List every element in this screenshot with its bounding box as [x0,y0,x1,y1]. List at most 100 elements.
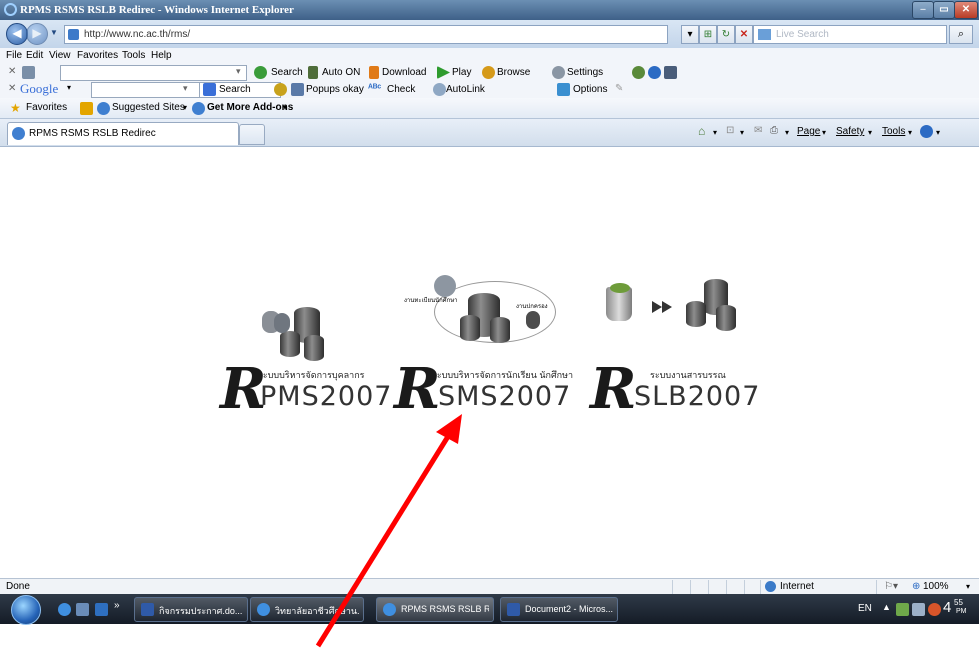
page-menu[interactable]: Page [797,126,820,137]
spellcheck-icon: ᴬᴮᶜ [368,83,382,94]
stop-button[interactable]: ✕ [735,25,753,44]
browse-button[interactable]: Browse [497,67,530,78]
network-icon[interactable] [896,603,909,616]
search-go-button[interactable]: ⌕ [949,25,973,44]
go-icon[interactable] [254,66,267,79]
google-search-button[interactable]: Search [219,84,251,95]
safety-dropdown-icon[interactable]: ▾ [868,128,872,137]
menu-edit[interactable]: Edit [26,50,43,61]
address-bar[interactable]: http://www.nc.ac.th/rms/ [64,25,668,44]
address-url: http://www.nc.ac.th/rms/ [84,29,191,40]
safety-menu[interactable]: Safety [836,126,864,137]
compatibility-icon[interactable]: ⊞ [699,25,717,44]
close-google-toolbar-icon[interactable]: ✕ [8,83,16,94]
toolbar-logo-icon[interactable] [22,66,35,79]
sms-system-link[interactable]: งานทะเบียนนักศึกษา งานปกครอง ระบบบริหารจ… [394,275,584,417]
check-button[interactable]: Check [387,84,415,95]
zoom-level[interactable]: 100% [923,581,949,592]
download-button[interactable]: Download [382,67,426,78]
help-dropdown-icon[interactable]: ▾ [936,128,940,137]
menu-view[interactable]: View [49,50,71,61]
print-dropdown-icon[interactable]: ▾ [785,128,789,137]
zoom-dropdown-icon[interactable]: ▾ [966,582,970,591]
new-tab-button[interactable] [239,124,265,145]
page-dropdown-icon[interactable]: ▾ [822,128,826,137]
google-dropdown-icon[interactable]: ▾ [183,83,188,94]
start-button[interactable] [11,595,41,625]
mail-icon[interactable]: ✉ [754,125,762,136]
popups-okay-button[interactable]: Popups okay [306,84,364,95]
suggested-dropdown-icon[interactable]: ▾ [183,103,187,112]
window-title: RPMS RSMS RSLB Redirec - Windows Interne… [20,4,294,16]
pms-code: PMS2007 [260,381,393,412]
security-icon[interactable] [928,603,941,616]
clock-ampm[interactable]: PM [956,608,967,615]
home-icon[interactable]: ⌂ [698,124,705,138]
google-logo[interactable]: Google [20,81,58,97]
live-search-icon [758,29,771,40]
close-window-button[interactable]: ✕ [954,1,978,19]
autolink-button[interactable]: AutoLink [446,84,485,95]
volume-icon[interactable] [912,603,925,616]
taskbar-item-ie-1[interactable]: วิทยาลัยอาชีวศึกษาน... [250,597,364,622]
quicklaunch-ie-icon[interactable] [58,603,71,616]
refresh-button[interactable]: ↻ [717,25,735,44]
slb-system-link[interactable]: ระบบงานสารบรรณ R SLB2007 [590,279,760,417]
live-search-input[interactable]: Live Search [753,25,947,44]
get-more-addons-button[interactable]: Get More Add-ons [207,102,293,113]
menu-favorites[interactable]: Favorites [77,50,118,61]
play-icon [437,66,450,79]
close-toolbar-icon[interactable]: ✕ [8,66,16,77]
protected-mode-icon[interactable]: ⚐▾ [884,581,898,592]
help-menu-icon[interactable] [920,125,933,138]
maximize-button[interactable]: ▭ [933,1,955,19]
suggested-sites-button[interactable]: Suggested Sites [112,102,185,113]
addons-dropdown-icon[interactable]: ▾ [283,103,287,112]
menu-tools[interactable]: Tools [122,50,145,61]
people-icon[interactable] [632,66,645,79]
print-icon[interactable]: ⎙ [770,125,778,136]
taskbar-item-word-doc[interactable]: กิจกรรมประกาศ.do... [134,597,248,622]
pms-system-link[interactable]: ระบบบริหารจัดการบุคลากร R PMS2007 [220,307,391,417]
minimize-button[interactable]: – [912,1,934,19]
play-button[interactable]: Play [452,67,471,78]
tab-active[interactable]: RPMS RSMS RSLB Redirec [7,122,239,145]
wand-icon[interactable] [274,83,287,96]
favorites-button[interactable]: Favorites [26,102,67,113]
clock-hour[interactable]: 4 [943,599,951,616]
quicklaunch-desktop-icon[interactable] [76,603,89,616]
history-dropdown-icon[interactable]: ▼ [50,28,58,37]
google-menu-icon[interactable]: ▾ [67,83,71,92]
home-dropdown-icon[interactable]: ▾ [713,128,717,137]
taskbar-item-ie-active[interactable]: RPMS RSMS RSLB R... [376,597,494,622]
feeds-icon[interactable]: ⊡ [726,125,734,136]
address-dropdown-button[interactable]: ▾ [681,25,699,44]
options-button[interactable]: Options [573,84,607,95]
help-icon[interactable] [648,66,661,79]
add-favorite-icon[interactable] [80,102,93,115]
feeds-dropdown-icon[interactable]: ▾ [740,128,744,137]
taskbar-item-label: RPMS RSMS RSLB R... [401,604,489,614]
back-button[interactable]: ◀ [6,23,28,45]
settings-button[interactable]: Settings [567,67,603,78]
language-indicator[interactable]: EN [858,603,872,614]
zone-label[interactable]: Internet [780,581,814,592]
menu-help[interactable]: Help [151,50,172,61]
zoom-icon: ⊕ [912,581,921,592]
taskbar-item-word-doc2[interactable]: Document2 - Micros... [500,597,618,622]
clock-minute[interactable]: 55 [954,598,963,607]
tools-dropdown-icon[interactable]: ▾ [908,128,912,137]
toolbar1-search-input[interactable] [60,65,247,81]
auto-on-button[interactable]: Auto ON [322,67,360,78]
quicklaunch-more-icon[interactable]: » [114,600,120,611]
toolbar-extra-icon[interactable] [664,66,677,79]
pencil-icon[interactable]: ✎ [615,83,623,94]
toolbar1-dropdown-icon[interactable]: ▾ [236,66,241,77]
toolbar1-search-button[interactable]: Search [271,67,303,78]
browse-icon [482,66,495,79]
menu-file[interactable]: File [6,50,22,61]
tools-menu[interactable]: Tools [882,126,905,137]
quicklaunch-media-icon[interactable] [95,603,108,616]
show-hidden-icons-button[interactable]: ▲ [882,602,891,612]
forward-button[interactable]: ▶ [26,23,48,45]
